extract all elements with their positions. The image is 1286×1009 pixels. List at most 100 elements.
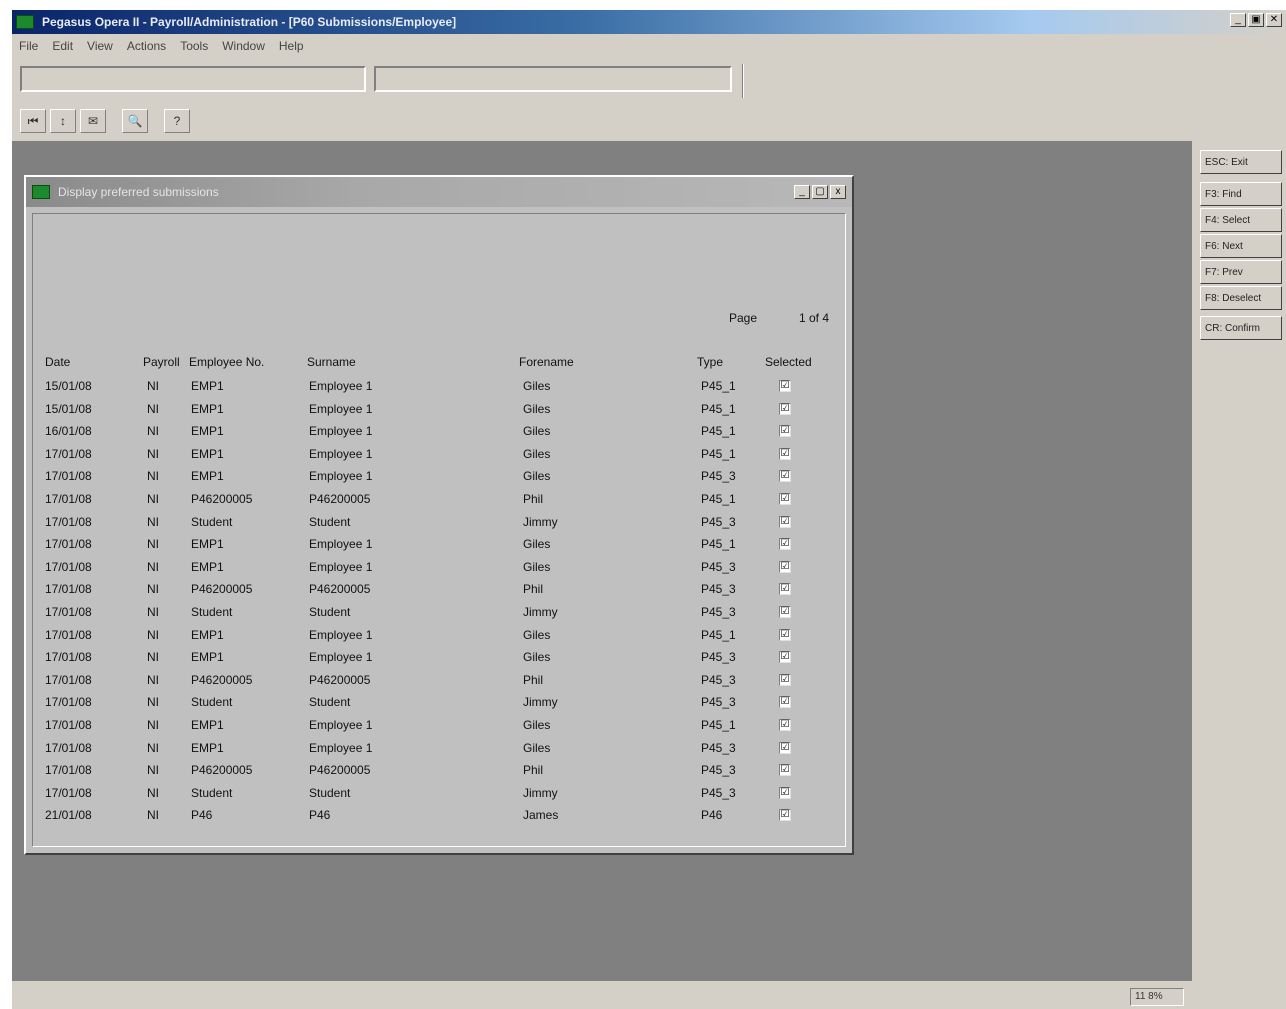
- menu-file[interactable]: File: [12, 39, 45, 53]
- cell-surname: Student: [309, 514, 351, 529]
- child-maximize-button[interactable]: ▢: [812, 185, 828, 199]
- find-icon[interactable]: 🔍: [122, 109, 148, 133]
- table-row[interactable]: 17/01/08 NI EMP1 Employee 1 Giles P45_3 ☑: [33, 646, 833, 669]
- table-row[interactable]: 17/01/08 NI P46200005 P46200005 Phil P45_3 ☑: [33, 669, 833, 692]
- table-row[interactable]: 17/01/08 NI P46200005 P46200005 Phil P45_3 ☑: [33, 759, 833, 782]
- cell-employee-no: Student: [191, 785, 233, 800]
- selected-checkbox[interactable]: ☑: [779, 493, 791, 505]
- selected-checkbox[interactable]: ☑: [779, 560, 791, 573]
- table-row[interactable]: 17/01/08 NI EMP1 Employee 1 Giles P45_1 ☑: [33, 533, 833, 556]
- header-forename[interactable]: Forename: [519, 355, 574, 369]
- selected-checkbox[interactable]: ☑: [779, 651, 791, 664]
- table-row[interactable]: 17/01/08 NI Student Student Jimmy P45_3 ☑: [33, 782, 833, 805]
- table-row[interactable]: 17/01/08 NI Student Student Jimmy P45_3 ☑: [33, 691, 833, 714]
- child-title-bar[interactable]: Display preferred submissions _ ▢ x: [26, 177, 852, 207]
- table-row[interactable]: 16/01/08 NI EMP1 Employee 1 Giles P45_1 ☑: [33, 420, 833, 443]
- child-title: Display preferred submissions: [58, 185, 219, 199]
- cell-surname: P46200005: [309, 672, 371, 687]
- cell-date: 17/01/08: [45, 537, 92, 552]
- table-row[interactable]: 15/01/08 NI EMP1 Employee 1 Giles P45_1 ☑: [33, 375, 833, 398]
- cell-employee-no: EMP1: [191, 650, 224, 665]
- table-row[interactable]: 17/01/08 NI P46200005 P46200005 Phil P45_1 ☑: [33, 488, 833, 511]
- help-icon[interactable]: ?: [164, 109, 190, 133]
- table-row[interactable]: 17/01/08 NI EMP1 Employee 1 Giles P45_1 ☑: [33, 714, 833, 737]
- header-surname[interactable]: Surname: [307, 355, 356, 369]
- table-row[interactable]: 17/01/08 NI EMP1 Employee 1 Giles P45_3 ☑: [33, 556, 833, 579]
- f8-deselect-button[interactable]: F8: Deselect: [1200, 286, 1282, 310]
- cell-employee-no: EMP1: [191, 718, 224, 732]
- menu-window[interactable]: Window: [215, 39, 272, 53]
- child-close-button[interactable]: x: [830, 185, 846, 199]
- cell-employee-no: EMP1: [191, 379, 224, 393]
- table-row[interactable]: 17/01/08 NI P46200005 P46200005 Phil P45_3 ☑: [33, 578, 833, 601]
- selected-checkbox[interactable]: ☑: [779, 402, 791, 415]
- table-row[interactable]: 17/01/08 NI EMP1 Employee 1 Giles P45_3 ☑: [33, 737, 833, 760]
- table-row[interactable]: 15/01/08 NI EMP1 Employee 1 Giles P45_1 ☑: [33, 398, 833, 421]
- selected-checkbox[interactable]: ☑: [779, 786, 791, 799]
- f6-next-button[interactable]: F6: Next: [1200, 234, 1282, 258]
- selected-checkbox[interactable]: ☑: [779, 809, 791, 822]
- selected-checkbox[interactable]: ☑: [779, 538, 791, 551]
- table-row[interactable]: 17/01/08 NI Student Student Jimmy P45_3 ☑: [33, 511, 833, 534]
- selected-checkbox[interactable]: ☑: [779, 380, 791, 392]
- mail-icon[interactable]: ✉: [80, 109, 106, 133]
- app-icon: [16, 15, 34, 29]
- table-row[interactable]: 21/01/08 NI P46 P46 James P46 ☑: [33, 804, 833, 827]
- menu-edit[interactable]: Edit: [45, 39, 80, 53]
- selected-checkbox[interactable]: ☑: [779, 719, 791, 731]
- cell-date: 17/01/08: [45, 650, 92, 665]
- table-row[interactable]: 17/01/08 NI Student Student Jimmy P45_3 ☑: [33, 601, 833, 624]
- cell-payroll: NI: [147, 514, 159, 529]
- company-field[interactable]: [20, 66, 366, 92]
- maximize-button[interactable]: ▣: [1248, 13, 1264, 27]
- selected-checkbox[interactable]: ☑: [779, 447, 791, 460]
- cell-payroll: NI: [147, 695, 159, 710]
- cell-forename: Giles: [523, 379, 551, 393]
- selected-checkbox[interactable]: ☑: [779, 470, 791, 483]
- header-date[interactable]: Date: [45, 355, 70, 369]
- selected-checkbox[interactable]: ☑: [779, 628, 791, 641]
- cell-employee-no: Student: [191, 695, 233, 710]
- esc-exit-button[interactable]: ESC: Exit: [1200, 150, 1282, 174]
- app-icon: [32, 185, 50, 199]
- cell-type: P45_3: [701, 514, 736, 529]
- first-record-icon[interactable]: ⏮: [20, 109, 46, 133]
- period-field[interactable]: [374, 66, 732, 92]
- sort-icon[interactable]: ↕: [50, 109, 76, 133]
- table-row[interactable]: 17/01/08 NI EMP1 Employee 1 Giles P45_1 ☑: [33, 443, 833, 466]
- menu-view[interactable]: View: [80, 39, 120, 53]
- selected-checkbox[interactable]: ☑: [779, 583, 791, 596]
- menu-actions[interactable]: Actions: [120, 39, 173, 53]
- f7-prev-button[interactable]: F7: Prev: [1200, 260, 1282, 284]
- cell-type: P46: [701, 808, 723, 823]
- selected-checkbox[interactable]: ☑: [779, 425, 791, 438]
- header-type[interactable]: Type: [697, 355, 723, 369]
- f4-select-button[interactable]: F4: Select: [1200, 208, 1282, 232]
- selected-checkbox[interactable]: ☑: [779, 673, 791, 686]
- minimize-button[interactable]: _: [1230, 13, 1246, 27]
- table-row[interactable]: 17/01/08 NI EMP1 Employee 1 Giles P45_3 ☑: [33, 465, 833, 488]
- selected-checkbox[interactable]: ☑: [779, 696, 791, 709]
- table-row[interactable]: 17/01/08 NI EMP1 Employee 1 Giles P45_1 ☑: [33, 624, 833, 647]
- title-bar[interactable]: Pegasus Opera II - Payroll/Administratio…: [12, 10, 1286, 34]
- close-button[interactable]: ✕: [1266, 13, 1282, 27]
- cell-surname: Employee 1: [309, 627, 373, 642]
- header-selected[interactable]: Selected: [765, 355, 812, 369]
- selected-checkbox[interactable]: ☑: [779, 515, 791, 528]
- cell-date: 17/01/08: [45, 695, 92, 710]
- selected-checkbox[interactable]: ☑: [779, 606, 791, 618]
- header-employee-no[interactable]: Employee No.: [189, 355, 264, 369]
- selected-checkbox[interactable]: ☑: [779, 764, 791, 777]
- cell-payroll: NI: [147, 785, 159, 800]
- selected-checkbox[interactable]: ☑: [779, 741, 791, 754]
- menu-help[interactable]: Help: [272, 39, 311, 53]
- child-minimize-button[interactable]: _: [794, 185, 810, 199]
- cell-employee-no: P46200005: [191, 582, 253, 597]
- cell-forename: Jimmy: [523, 785, 558, 800]
- cell-forename: James: [523, 808, 559, 823]
- f3-find-button[interactable]: F3: Find: [1200, 182, 1282, 206]
- cell-type: P45_1: [701, 718, 736, 732]
- menu-tools[interactable]: Tools: [173, 39, 215, 53]
- header-payroll[interactable]: Payroll: [143, 355, 180, 369]
- cr-confirm-button[interactable]: CR: Confirm: [1200, 316, 1282, 340]
